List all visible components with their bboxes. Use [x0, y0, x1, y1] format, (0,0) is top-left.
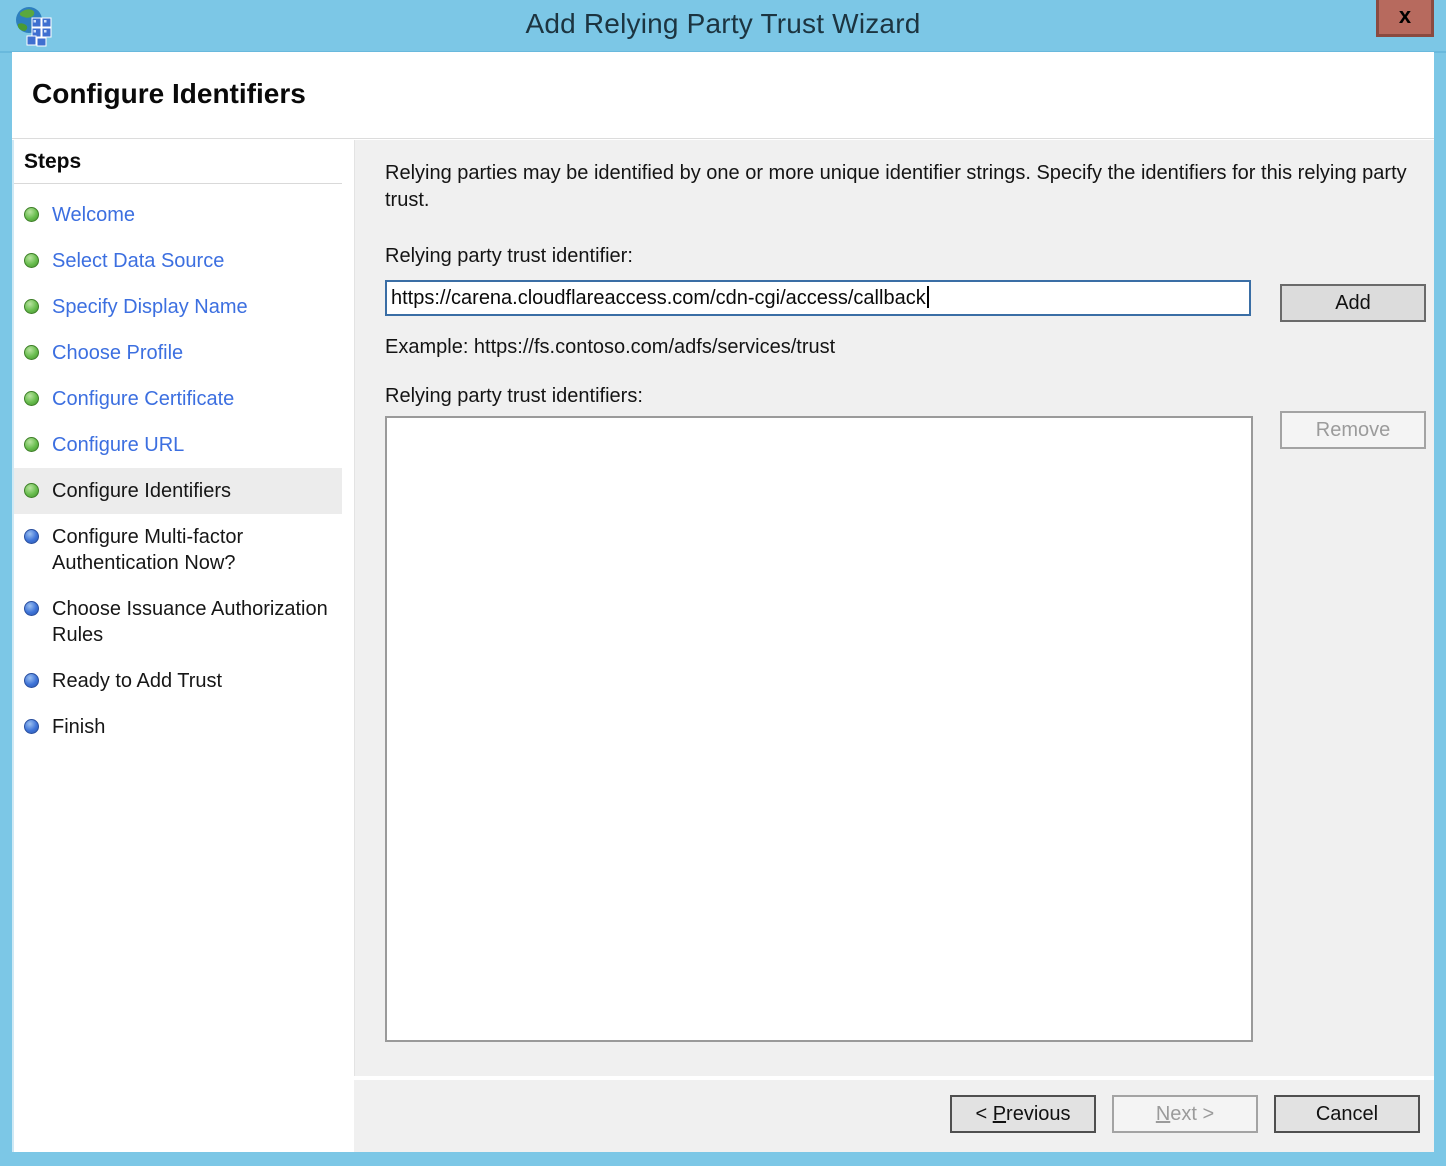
- steps-list: Welcome Select Data Source Specify Display…: [14, 184, 342, 750]
- step-status-dot: [24, 391, 39, 406]
- sidebar-step: Configure Identifiers: [14, 468, 342, 514]
- sidebar-step[interactable]: Choose Profile: [14, 330, 342, 376]
- footer-bar: < Previous Next > Cancel: [354, 1080, 1434, 1152]
- step-status-dot: [24, 345, 39, 360]
- sidebar-step: Configure Multi-factor Authentication No…: [14, 514, 342, 586]
- configure-identifiers-panel: Relying parties may be identified by one…: [354, 140, 1434, 1076]
- page-header: Configure Identifiers: [12, 52, 1434, 139]
- step-status-dot: [24, 673, 39, 688]
- sidebar-step: Ready to Add Trust: [14, 658, 342, 704]
- intro-text: Relying parties may be identified by one…: [385, 160, 1415, 214]
- remove-button: Remove: [1280, 411, 1426, 449]
- sidebar-step[interactable]: Configure Certificate: [14, 376, 342, 422]
- step-status-dot: [24, 483, 39, 498]
- step-label: Ready to Add Trust: [52, 668, 222, 694]
- steps-sidebar: Steps Welcome Select Data Source Specify D…: [12, 140, 342, 1152]
- page-title: Configure Identifiers: [32, 78, 306, 110]
- steps-heading: Steps: [14, 140, 342, 184]
- window-title: Add Relying Party Trust Wizard: [0, 8, 1446, 40]
- main-area: Relying parties may be identified by one…: [342, 140, 1434, 1152]
- identifier-label: Relying party trust identifier:: [385, 245, 633, 268]
- step-label: Configure URL: [52, 432, 184, 458]
- add-button[interactable]: Add: [1280, 284, 1426, 322]
- sidebar-step[interactable]: Select Data Source: [14, 238, 342, 284]
- sidebar-step: Finish: [14, 704, 342, 750]
- step-status-dot: [24, 601, 39, 616]
- step-label: Select Data Source: [52, 248, 224, 274]
- title-bar: Add Relying Party Trust Wizard x: [0, 0, 1446, 53]
- identifiers-listbox[interactable]: [385, 416, 1253, 1042]
- step-status-dot: [24, 253, 39, 268]
- sidebar-step: Choose Issuance Authorization Rules: [14, 586, 342, 658]
- example-text: Example: https://fs.contoso.com/adfs/ser…: [385, 336, 835, 359]
- wizard-content: Configure Identifiers Steps Welcome Selec…: [12, 52, 1434, 1152]
- step-label: Finish: [52, 714, 105, 740]
- step-label: Configure Multi-factor Authentication No…: [52, 524, 334, 576]
- identifiers-list-label: Relying party trust identifiers:: [385, 385, 643, 408]
- step-label: Choose Issuance Authorization Rules: [52, 596, 334, 648]
- text-caret: [927, 286, 929, 308]
- step-status-dot: [24, 299, 39, 314]
- step-label: Configure Certificate: [52, 386, 234, 412]
- step-label: Welcome: [52, 202, 135, 228]
- close-button[interactable]: x: [1376, 0, 1434, 37]
- sidebar-step[interactable]: Welcome: [14, 192, 342, 238]
- sidebar-step[interactable]: Specify Display Name: [14, 284, 342, 330]
- step-label: Choose Profile: [52, 340, 183, 366]
- next-button: Next >: [1112, 1095, 1258, 1133]
- sidebar-step[interactable]: Configure URL: [14, 422, 342, 468]
- step-status-dot: [24, 529, 39, 544]
- cancel-button[interactable]: Cancel: [1274, 1095, 1420, 1133]
- previous-button[interactable]: < Previous: [950, 1095, 1096, 1133]
- step-status-dot: [24, 207, 39, 222]
- step-label: Configure Identifiers: [52, 478, 231, 504]
- identifier-input-value: https://carena.cloudflareaccess.com/cdn-…: [391, 287, 926, 309]
- identifier-input[interactable]: https://carena.cloudflareaccess.com/cdn-…: [385, 280, 1251, 316]
- wizard-window: Add Relying Party Trust Wizard x Configu…: [0, 0, 1446, 1166]
- step-status-dot: [24, 437, 39, 452]
- step-label: Specify Display Name: [52, 294, 248, 320]
- step-status-dot: [24, 719, 39, 734]
